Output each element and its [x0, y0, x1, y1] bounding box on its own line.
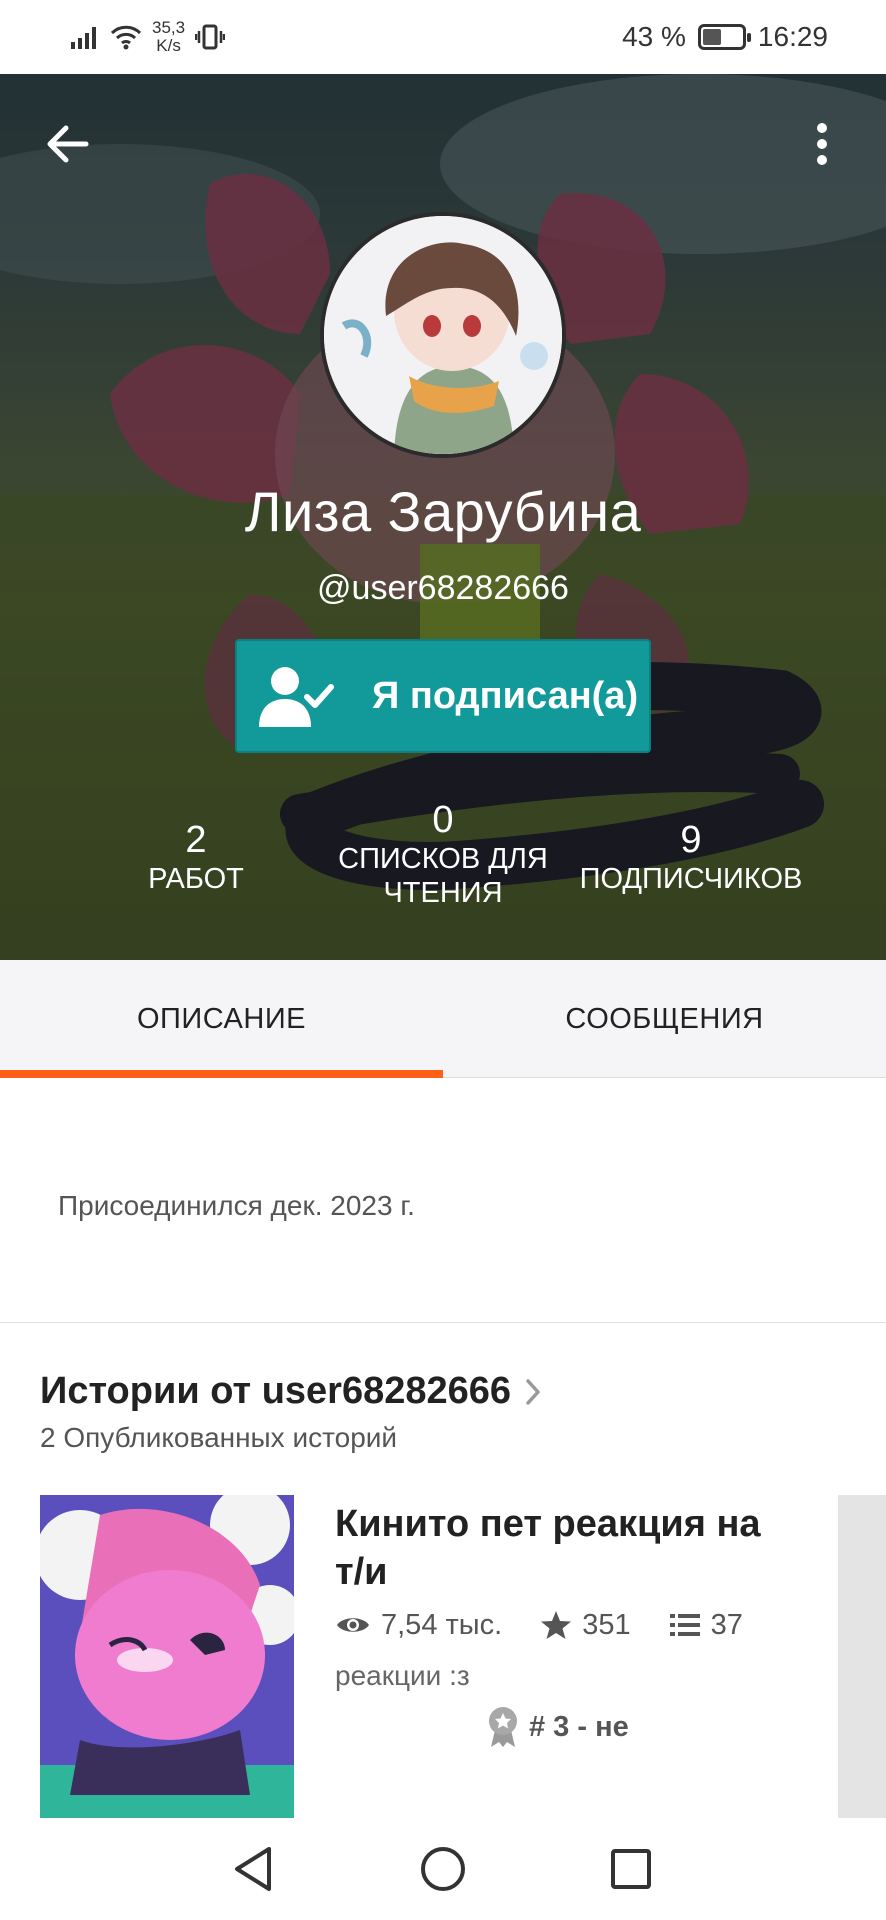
stories-section-title: Истории от user68282666 [40, 1370, 512, 1412]
circle-home-icon [421, 1847, 465, 1891]
vibrate-icon [195, 24, 226, 50]
story-cover[interactable] [40, 1495, 294, 1820]
profile-handle: @user68282666 [317, 569, 569, 607]
stories-count: 2 Опубликованных историй [40, 1422, 398, 1453]
story-cover-image [40, 1495, 294, 1820]
story-reads: 7,54 тыс. [335, 1609, 502, 1642]
avatar-image [324, 216, 562, 454]
network-speed: 35,3 K/s [152, 19, 185, 55]
stat-works-label: РАБОТ [148, 863, 244, 895]
wifi-icon [110, 25, 142, 50]
tab-description[interactable]: ОПИСАНИЕ [0, 960, 443, 1078]
story-rank[interactable]: # 3 - не [487, 1705, 629, 1749]
network-speed-value: 35,3 [152, 18, 186, 37]
tab-messages[interactable]: СООБЩЕНИЯ [443, 960, 886, 1078]
active-tab-indicator [0, 1070, 443, 1078]
stat-reading-lists[interactable]: 0 СПИСКОВ ДЛЯ ЧТЕНИЯ [330, 799, 556, 910]
story-rank-label: # 3 - не [529, 1710, 629, 1743]
joined-date: Присоединился дек. 2023 г. [58, 1190, 415, 1221]
battery-percent: 43 % [622, 21, 686, 52]
signal-icon [71, 27, 96, 49]
system-navigation-bar [0, 1818, 886, 1920]
battery-icon [697, 24, 751, 50]
nav-home-button[interactable] [408, 1834, 478, 1904]
story-votes-count: 351 [582, 1608, 631, 1641]
profile-name: Лиза Зарубина [244, 480, 642, 543]
stat-reading-lists-value: 0 [432, 799, 454, 841]
square-recents-icon [611, 1849, 651, 1889]
stat-followers[interactable]: 9 ПОДПИСЧИКОВ [572, 819, 810, 896]
arrow-left-icon [47, 125, 89, 163]
back-button[interactable] [40, 116, 96, 172]
story-title[interactable]: Кинито пет реакция на т/и [335, 1500, 795, 1596]
clock: 16:29 [757, 21, 828, 52]
more-vertical-icon [817, 123, 827, 165]
profile-header: Лиза Зарубина @user68282666 Я подписан(а… [0, 74, 886, 960]
eye-icon [337, 1618, 369, 1632]
list-icon [669, 1614, 700, 1636]
avatar[interactable] [320, 212, 566, 458]
follow-button-label: Я подписан(а) [372, 674, 639, 717]
status-bar-left: 35,3 K/s [70, 14, 226, 60]
story-stats: 7,54 тыс. 351 37 [335, 1605, 781, 1645]
story-parts: 37 [669, 1609, 743, 1642]
triangle-back-icon [235, 1847, 271, 1891]
story-description: реакции :з [335, 1660, 470, 1691]
follow-button[interactable]: Я подписан(а) [235, 639, 651, 753]
network-speed-unit: K/s [156, 36, 181, 55]
nav-recents-button[interactable] [596, 1834, 666, 1904]
award-icon [489, 1707, 517, 1747]
stat-reading-lists-label: СПИСКОВ ДЛЯ ЧТЕНИЯ [338, 843, 548, 909]
nav-back-button[interactable] [218, 1834, 288, 1904]
star-icon [541, 1611, 572, 1639]
story-parts-count: 37 [710, 1608, 743, 1641]
stat-followers-value: 9 [680, 819, 702, 861]
status-bar: 35,3 K/s 43 % 16:29 [0, 0, 886, 74]
story-votes: 351 [540, 1608, 631, 1642]
profile-tabs: ОПИСАНИЕ СООБЩЕНИЯ [0, 960, 886, 1078]
next-story-card[interactable] [838, 1495, 886, 1820]
user-check-icon [259, 667, 334, 727]
stat-works-value: 2 [185, 819, 207, 861]
stat-followers-label: ПОДПИСЧИКОВ [579, 863, 803, 895]
stories-section-header[interactable]: Истории от user68282666 [40, 1370, 541, 1413]
section-divider [0, 1322, 886, 1323]
story-reads-count: 7,54 тыс. [381, 1608, 503, 1641]
stat-works[interactable]: 2 РАБОТ [130, 819, 262, 896]
chevron-right-icon [526, 1378, 540, 1405]
status-bar-right: 43 % 16:29 [622, 14, 828, 60]
more-options-button[interactable] [794, 116, 850, 172]
